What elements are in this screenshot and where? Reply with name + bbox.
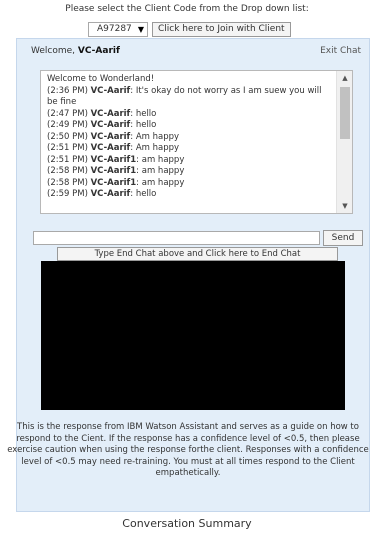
client-code-instruction: Please select the Client Code from the D…	[65, 4, 309, 14]
exit-chat-link[interactable]: Exit Chat	[320, 46, 361, 56]
message-time: (2:58 PM)	[47, 166, 88, 176]
message-sender: VC-Aarif	[90, 85, 131, 96]
message-text: : hello	[130, 120, 157, 130]
scroll-up-arrow-icon[interactable]: ▲	[337, 71, 352, 85]
message-time: (2:58 PM)	[47, 177, 88, 188]
user-name: VC-Aarif	[77, 46, 120, 56]
message-text: : hello	[130, 108, 157, 119]
welcome-text: Welcome, VC-Aarif	[31, 46, 120, 56]
chat-message: (2:58 PM) VC-Aarif1: am happy	[47, 166, 330, 178]
chat-message: (2:58 PM) VC-Aarif1: am happy	[47, 178, 330, 190]
chat-messages: Welcome to Wonderland! (2:36 PM) VC-Aari…	[41, 71, 352, 201]
message-sender: VC-Aarif	[90, 120, 131, 130]
message-sender: VC-Aarif1	[90, 177, 137, 188]
message-text: : Am happy	[130, 143, 180, 153]
message-text: : Am happy	[130, 131, 180, 142]
message-sender: VC-Aarif1	[90, 154, 137, 165]
message-input[interactable]	[33, 231, 320, 245]
message-time: (2:47 PM)	[47, 108, 88, 119]
chat-message: (2:51 PM) VC-Aarif1: am happy	[47, 155, 330, 167]
message-sender: VC-Aarif	[90, 131, 131, 142]
message-sender: VC-Aarif	[90, 143, 131, 153]
video-area	[41, 261, 345, 410]
message-text: : hello	[130, 189, 157, 199]
client-code-value: A97287	[97, 24, 132, 34]
chat-message: (2:59 PM) VC-Aarif: hello	[47, 189, 330, 201]
message-text: : am happy	[136, 177, 185, 188]
greeting-message: Welcome to Wonderland!	[47, 74, 155, 84]
chevron-down-icon: ▼	[137, 24, 144, 34]
client-code-select[interactable]: A97287 ▼	[88, 21, 148, 37]
client-select-row: A97287 ▼ Click here to Join with Client	[88, 21, 291, 37]
chat-message: (2:50 PM) VC-Aarif: Am happy	[47, 132, 330, 144]
conversation-summary-title: Conversation Summary	[122, 517, 252, 530]
chat-log[interactable]: Welcome to Wonderland! (2:36 PM) VC-Aari…	[40, 70, 353, 214]
chat-message: (2:51 PM) VC-Aarif: Am happy	[47, 143, 330, 155]
message-time: (2:36 PM)	[47, 85, 88, 96]
chat-message: (2:36 PM) VC-Aarif: It's okay do not wor…	[47, 86, 330, 109]
chat-message: (2:47 PM) VC-Aarif: hello	[47, 109, 330, 121]
end-chat-button[interactable]: Type End Chat above and Click here to En…	[57, 247, 338, 261]
message-time: (2:49 PM)	[47, 120, 88, 130]
message-text: : It's okay do not worry as I am suew yo…	[47, 85, 322, 108]
message-sender: VC-Aarif	[90, 189, 131, 199]
message-sender: VC-Aarif	[90, 108, 131, 119]
chat-page: Please select the Client Code from the D…	[0, 0, 374, 536]
chat-message: (2:49 PM) VC-Aarif: hello	[47, 120, 330, 132]
message-time: (2:59 PM)	[47, 189, 88, 199]
watson-response-note: This is the response from IBM Watson Ass…	[7, 422, 369, 478]
scroll-down-arrow-icon[interactable]: ▼	[337, 199, 352, 213]
chat-panel: Welcome, VC-Aarif Exit Chat Welcome to W…	[7, 38, 370, 512]
message-time: (2:51 PM)	[47, 154, 88, 165]
message-text: : am happy	[136, 166, 185, 176]
welcome-prefix: Welcome,	[31, 46, 78, 56]
chat-scrollbar[interactable]: ▲ ▼	[336, 71, 352, 213]
scroll-thumb[interactable]	[340, 87, 350, 139]
message-text: : am happy	[136, 154, 185, 165]
message-time: (2:51 PM)	[47, 143, 88, 153]
message-sender: VC-Aarif1	[90, 166, 137, 176]
send-button[interactable]: Send	[323, 230, 363, 246]
join-client-button[interactable]: Click here to Join with Client	[152, 21, 291, 37]
message-time: (2:50 PM)	[47, 131, 88, 142]
